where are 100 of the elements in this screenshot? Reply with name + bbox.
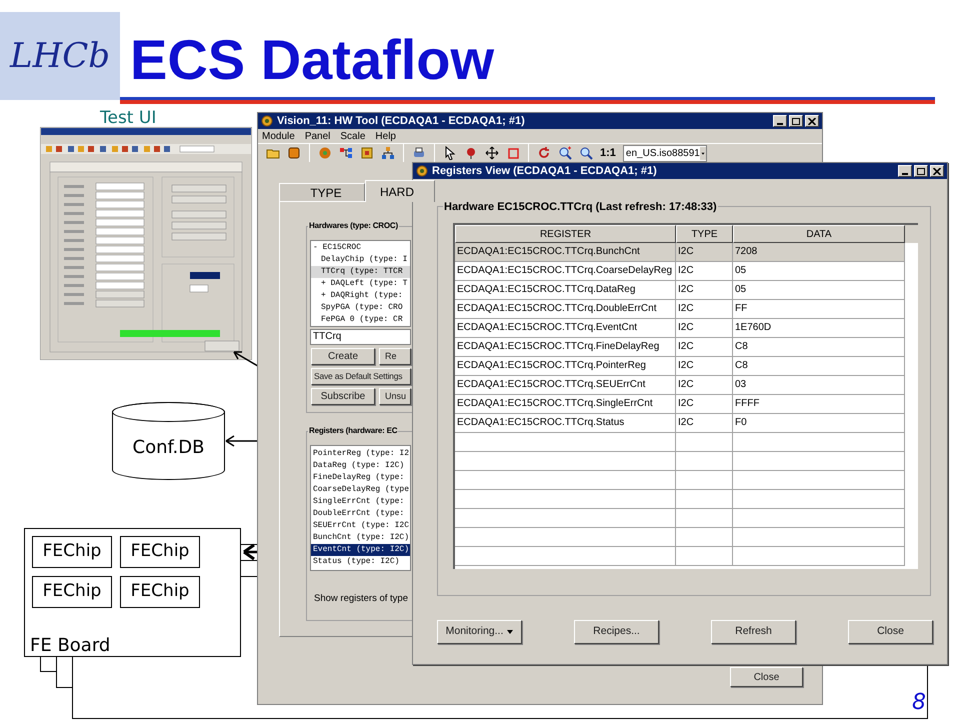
table-row[interactable]: ECDAQA1:EC15CROC.TTCrq.CoarseDelayReg I2C 05 (455, 262, 905, 281)
filter-label: Show registers of type (314, 592, 408, 606)
table-cell: I2C (676, 357, 733, 375)
move-icon[interactable] (483, 144, 501, 162)
database-cylinder: Conf.DB (112, 402, 225, 480)
group-legend: Hardware EC15CROC.TTCrq (Last refresh: 17:48:33) (443, 199, 718, 216)
table-cell: I2C (676, 243, 733, 261)
tree-item[interactable]: TTCrq (type: TTCR (311, 266, 410, 278)
tab[interactable]: TYPE (279, 183, 365, 201)
table-cell: ECDAQA1:EC15CROC.TTCrq.DataReg (455, 281, 676, 299)
close-button[interactable]: Close (730, 667, 803, 687)
maximize-button[interactable] (914, 165, 928, 177)
hierarchy-icon[interactable] (379, 144, 397, 162)
table-row[interactable]: ECDAQA1:EC15CROC.TTCrq.SingleErrCnt I2C FFFF (455, 395, 905, 414)
table-cell: 05 (733, 281, 905, 299)
table-cell: ECDAQA1:EC15CROC.TTCrq.DoubleErrCnt (455, 300, 676, 318)
list-item[interactable]: SingleErrCnt (type: (311, 496, 410, 508)
page-number: 8 (912, 689, 926, 717)
tab[interactable]: HARD (365, 180, 436, 202)
caption: Test UI (100, 107, 156, 130)
table-cell: FFFF (733, 395, 905, 413)
table-row[interactable]: ECDAQA1:EC15CROC.TTCrq.DataReg I2C 05 (455, 281, 905, 300)
table-row[interactable]: ECDAQA1:EC15CROC.TTCrq.SEUErrCnt I2C 03 (455, 376, 905, 395)
list-item[interactable]: DoubleErrCnt (type: (311, 508, 410, 520)
window-title: Vision_11: HW Tool (ECDAQA1 - ECDAQA1; #1) (277, 114, 525, 129)
column-header[interactable]: TYPE (676, 225, 733, 243)
table-cell: I2C (676, 395, 733, 413)
column-header[interactable]: REGISTER (455, 225, 676, 243)
minimize-button[interactable] (898, 165, 912, 177)
button[interactable]: Re (379, 348, 411, 365)
list-item[interactable]: BunchCnt (type: I2C) (311, 532, 410, 544)
tree-item[interactable]: FePGA 0 (type: CR (311, 314, 410, 326)
table-cell: 05 (733, 262, 905, 280)
tree-item[interactable]: SpyPGA (type: CRO (311, 302, 410, 314)
minimize-button[interactable] (773, 115, 787, 127)
minimize-icon (777, 123, 783, 125)
table-row[interactable]: ECDAQA1:EC15CROC.TTCrq.EventCnt I2C 1E760D (455, 319, 905, 338)
menu-item[interactable]: Scale (340, 128, 366, 144)
list-item[interactable]: EventCnt (type: I2C) (311, 544, 410, 556)
button[interactable]: Unsu (379, 388, 411, 405)
button[interactable]: Close (848, 620, 933, 644)
close-icon (808, 118, 816, 124)
tree-item[interactable]: + DAQLeft (type: T (311, 278, 410, 290)
maximize-icon (792, 118, 800, 124)
group-legend: Hardwares (type: CROC) (308, 220, 399, 232)
list-item[interactable]: PointerReg (type: I2 (311, 448, 410, 460)
table-cell: C8 (733, 338, 905, 356)
list-item[interactable]: CoarseDelayReg (type (311, 484, 410, 496)
locale-dropdown[interactable]: en_US.iso88591 (622, 144, 707, 162)
table-cell: ECDAQA1:EC15CROC.TTCrq.BunchCnt (455, 243, 676, 261)
tree-item[interactable]: + DAQRight (type: (311, 290, 410, 302)
menu-item[interactable]: Panel (304, 128, 330, 144)
table-cell: I2C (676, 319, 733, 337)
group-legend: Registers (hardware: EC (308, 425, 398, 437)
close-button[interactable] (805, 115, 819, 127)
table-cell: C8 (733, 357, 905, 375)
actual-size-button[interactable]: 1:1 (598, 144, 618, 162)
minimize-icon (902, 173, 908, 175)
button[interactable]: Refresh (711, 620, 796, 644)
menu-button[interactable]: Monitoring... (437, 620, 522, 644)
window-title: Registers View (ECDAQA1 - ECDAQA1; #1) (432, 164, 657, 179)
board-label: FE Board (30, 634, 110, 658)
maximize-icon (917, 168, 925, 174)
list-item[interactable]: SEUErrCnt (type: I2C (311, 520, 410, 532)
button[interactable]: Recipes... (574, 620, 659, 644)
tree-item[interactable]: - EC15CROC (311, 242, 410, 254)
table-cell: I2C (676, 376, 733, 394)
table-cell: 7208 (733, 243, 905, 261)
button[interactable]: Create (311, 348, 375, 365)
table-cell: ECDAQA1:EC15CROC.TTCrq.EventCnt (455, 319, 676, 337)
table-cell: ECDAQA1:EC15CROC.TTCrq.Status (455, 414, 676, 432)
menu-item[interactable]: Module (262, 128, 295, 144)
menu-item[interactable]: Help (375, 128, 396, 144)
maximize-button[interactable] (789, 115, 803, 127)
logo: LHCb (0, 12, 120, 100)
table-row[interactable]: ECDAQA1:EC15CROC.TTCrq.FineDelayReg I2C C8 (455, 338, 905, 357)
table-row[interactable]: ECDAQA1:EC15CROC.TTCrq.Status I2C F0 (455, 414, 905, 433)
table-cell: F0 (733, 414, 905, 432)
tree-item[interactable]: DelayChip (type: I (311, 254, 410, 266)
table-cell: FF (733, 300, 905, 318)
table-cell: ECDAQA1:EC15CROC.TTCrq.SEUErrCnt (455, 376, 676, 394)
table-row[interactable]: ECDAQA1:EC15CROC.TTCrq.BunchCnt I2C 7208 (455, 243, 905, 262)
table-cell: I2C (676, 262, 733, 280)
name-field[interactable]: TTCrq (310, 329, 411, 345)
table-cell: I2C (676, 414, 733, 432)
list-item[interactable]: DataReg (type: I2C) (311, 460, 410, 472)
button[interactable]: Save as Default Settings (311, 368, 411, 385)
table-row[interactable]: ECDAQA1:EC15CROC.TTCrq.PointerReg I2C C8 (455, 357, 905, 376)
table-cell: I2C (676, 300, 733, 318)
list-item[interactable]: FineDelayReg (type: (311, 472, 410, 484)
table-cell: I2C (676, 281, 733, 299)
table-cell: I2C (676, 338, 733, 356)
close-icon (933, 168, 941, 174)
list-item[interactable]: Status (type: I2C) (311, 556, 410, 568)
caret-icon (507, 630, 514, 634)
caret-icon (700, 146, 706, 160)
close-button[interactable] (930, 165, 944, 177)
button[interactable]: Subscribe (311, 388, 375, 405)
table-row[interactable]: ECDAQA1:EC15CROC.TTCrq.DoubleErrCnt I2C FF (455, 300, 905, 319)
column-header[interactable]: DATA (733, 225, 905, 243)
